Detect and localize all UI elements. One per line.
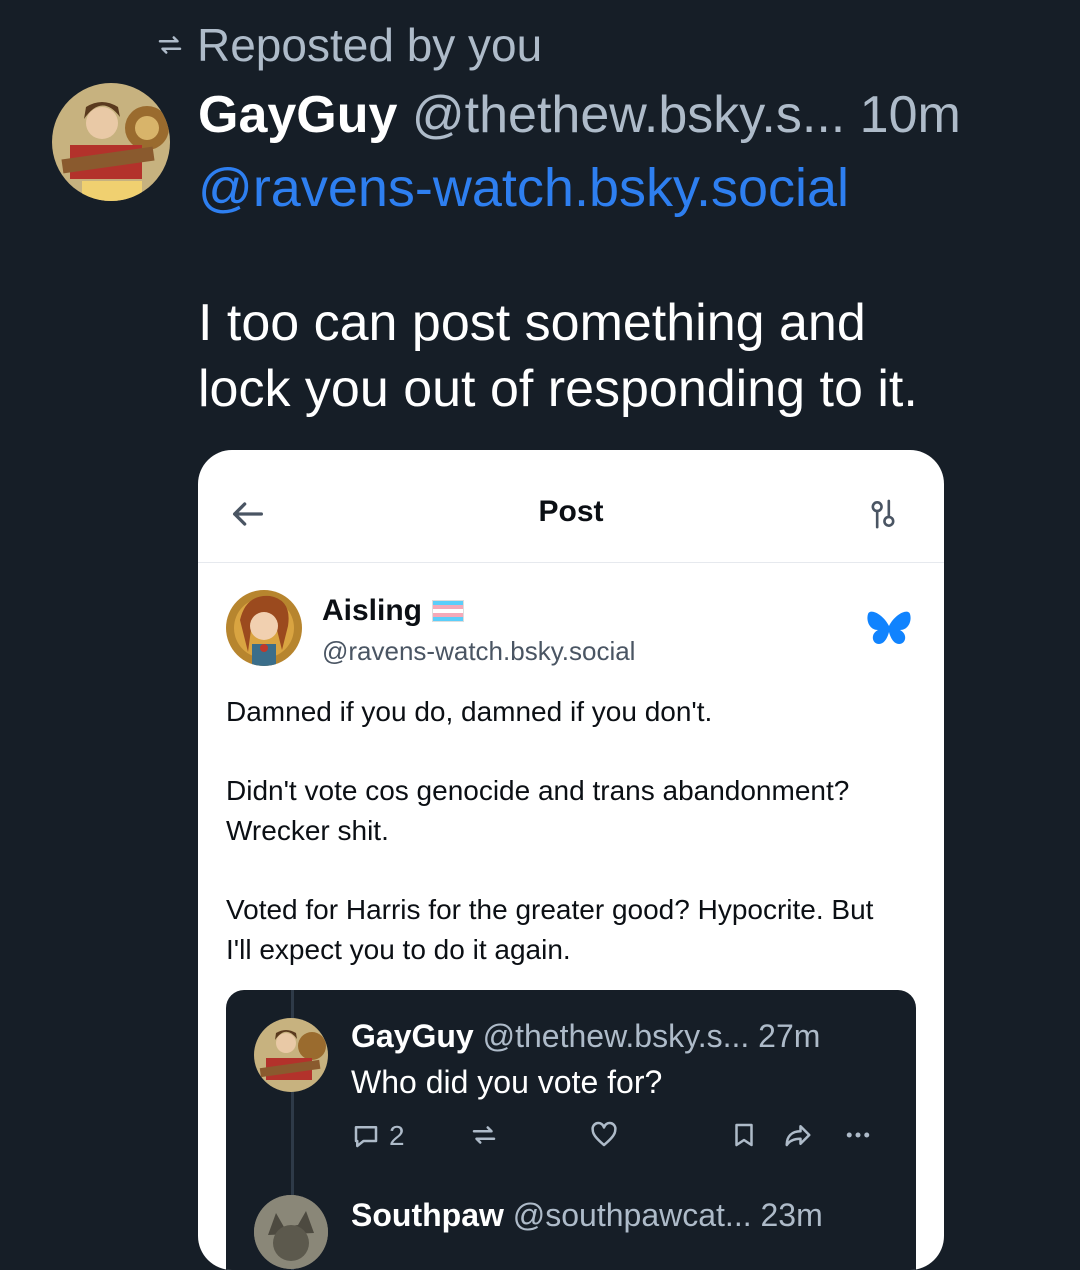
trans-flag-icon xyxy=(432,600,465,622)
mention-link[interactable]: @ravens-watch.bsky.social xyxy=(198,156,849,220)
reply2-header: Southpaw @southpawcat... 23m xyxy=(351,1197,823,1234)
repost-label: Reposted by you xyxy=(197,19,543,71)
screenshot-paragraph: Didn't vote cos genocide and trans aband… xyxy=(226,775,850,846)
reply-text: Who did you vote for? xyxy=(351,1064,663,1100)
bookmark-icon xyxy=(735,1123,753,1147)
heart-icon xyxy=(591,1121,617,1147)
screenshot-topbar: Post xyxy=(198,450,944,563)
reply2-avatar xyxy=(254,1195,328,1269)
reply-count: 2 xyxy=(389,1120,405,1151)
screenshot-title: Post xyxy=(538,495,604,528)
repost-icon xyxy=(472,1126,496,1144)
post-time[interactable]: 10m xyxy=(860,86,961,144)
reply2-author-name: Southpaw xyxy=(351,1197,504,1233)
reply-meta: @thethew.bsky.s... 27m xyxy=(482,1018,821,1054)
post-text: I too can post something and lock you ou… xyxy=(198,290,1058,422)
aisling-handle: @ravens-watch.bsky.social xyxy=(322,636,636,666)
share-action xyxy=(783,1120,813,1150)
more-action xyxy=(843,1120,873,1150)
embedded-screenshot[interactable]: Post Aisling @ravens-watch.bsky.social D… xyxy=(198,450,944,1270)
reply-author-name: GayGuy xyxy=(351,1018,474,1054)
post-header: GayGuy @thethew.bsky.s... 10m xyxy=(198,84,961,146)
aisling-name-row: Aisling xyxy=(322,594,465,628)
sort-options-icon xyxy=(871,499,895,529)
reply-avatar xyxy=(254,1018,328,1092)
post-text-line: I too can post something and xyxy=(198,294,866,352)
comment-icon xyxy=(354,1126,378,1148)
author-avatar[interactable] xyxy=(52,83,170,201)
reply-thread-panel: GayGuy @thethew.bsky.s... 27m Who did yo… xyxy=(226,990,916,1270)
author-name[interactable]: GayGuy xyxy=(198,86,397,144)
aisling-name: Aisling xyxy=(322,594,423,627)
screenshot-post-text: Damned if you do, damned if you don't. D… xyxy=(226,692,906,1009)
reply-actions: 2 xyxy=(351,1120,891,1160)
screenshot-paragraph: Voted for Harris for the greater good? H… xyxy=(226,894,874,965)
reply-action: 2 xyxy=(351,1120,405,1152)
share-icon xyxy=(785,1125,811,1147)
aisling-avatar xyxy=(226,590,302,666)
repost-indicator: Reposted by you xyxy=(155,18,542,72)
author-handle[interactable]: @thethew.bsky.s... xyxy=(412,86,845,144)
like-action xyxy=(589,1120,619,1150)
repost-icon xyxy=(158,36,182,54)
reply2-meta: @southpawcat... 23m xyxy=(512,1197,823,1233)
bookmark-action xyxy=(729,1120,759,1150)
more-dots-icon xyxy=(846,1132,870,1138)
post-text-line: lock you out of responding to it. xyxy=(198,360,918,418)
repost-action xyxy=(469,1120,499,1150)
bluesky-butterfly-icon xyxy=(867,611,911,644)
screenshot-paragraph: Damned if you do, damned if you don't. xyxy=(226,696,713,727)
reply-header: GayGuy @thethew.bsky.s... 27m xyxy=(351,1018,820,1055)
